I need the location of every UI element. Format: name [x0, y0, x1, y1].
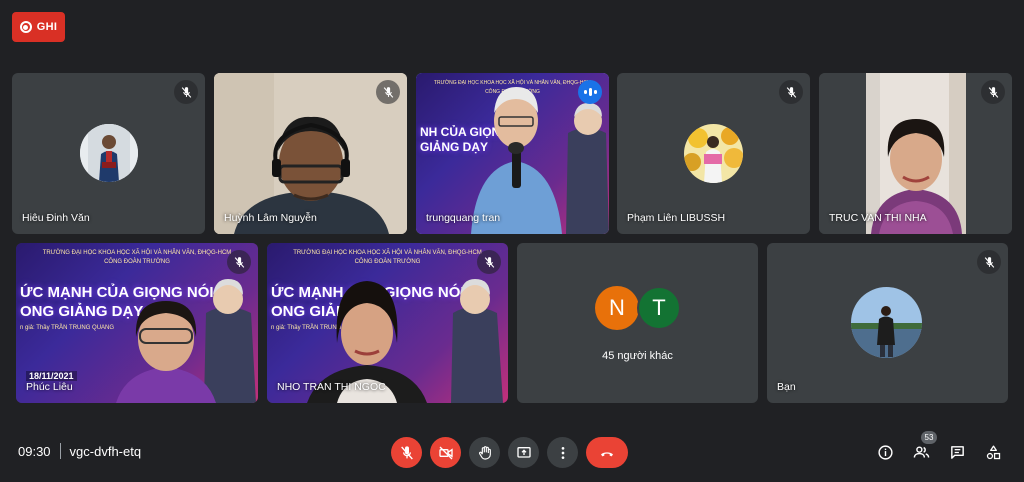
- participant-name: Phạm Liên LIBUSSH: [627, 212, 726, 224]
- participant-tile-2[interactable]: Huỳnh Lâm Nguyễn: [214, 73, 407, 234]
- people-button[interactable]: [910, 441, 932, 463]
- mic-off-icon: [779, 80, 803, 104]
- recording-label: GHI: [36, 21, 58, 33]
- participant-avatar: [684, 124, 743, 183]
- meeting-code: vgc-dvfh-etq: [69, 443, 142, 459]
- present-button[interactable]: [508, 437, 539, 468]
- participant-name: Bạn: [777, 381, 796, 393]
- participant-video: [307, 279, 503, 403]
- chat-button[interactable]: [946, 441, 968, 463]
- mic-off-icon: [376, 80, 400, 104]
- participant-tile-3[interactable]: TRƯỜNG ĐẠI HỌC KHOA HỌC XÃ HỘI VÀ NHÂN V…: [416, 73, 609, 234]
- self-avatar: [851, 287, 922, 358]
- record-icon: [19, 21, 32, 33]
- participant-avatar: [80, 124, 138, 182]
- people-icon: [913, 445, 929, 458]
- activities-button[interactable]: [982, 441, 1004, 463]
- participant-name: NHO TRAN THI NGOC: [277, 381, 386, 393]
- others-count-label: 45 người khác: [602, 350, 673, 362]
- participant-tile-7[interactable]: TRƯỜNG ĐẠI HỌC KHOA HỌC XÃ HỘI VÀ NHÂN V…: [267, 243, 508, 403]
- clock-time: 09:30: [18, 443, 51, 459]
- activities-icon: [986, 444, 1000, 459]
- chat-icon: [950, 445, 964, 459]
- others-tile[interactable]: N T 45 người khác: [517, 243, 758, 403]
- call-end-icon: [601, 451, 613, 456]
- mic-off-icon: [981, 80, 1005, 104]
- present-icon: [516, 446, 531, 458]
- speaking-indicator-icon: [578, 80, 602, 104]
- others-avatar-n: N: [595, 286, 639, 330]
- mic-off-icon: [400, 445, 413, 459]
- participant-name: TRUC VAN THI NHA: [829, 212, 927, 224]
- divider: [59, 443, 61, 459]
- participant-tile-6[interactable]: TRƯỜNG ĐẠI HỌC KHOA HỌC XÃ HỘI VÀ NHÂN V…: [16, 243, 258, 403]
- more-vert-icon: [561, 446, 564, 459]
- participant-tile-5[interactable]: TRUC VAN THI NHA: [819, 73, 1012, 234]
- recording-button[interactable]: GHI: [12, 12, 65, 42]
- participant-tile-4[interactable]: Phạm Liên LIBUSSH: [617, 73, 810, 234]
- self-tile[interactable]: Bạn: [767, 243, 1008, 403]
- leave-call-button[interactable]: [586, 437, 628, 468]
- others-avatar-t: T: [637, 286, 681, 330]
- meeting-details-button[interactable]: [874, 441, 896, 463]
- microphone-button[interactable]: [391, 437, 422, 468]
- camera-button[interactable]: [430, 437, 461, 468]
- mic-off-icon: [477, 250, 501, 274]
- participant-name: Hiêu Đinh Văn: [22, 212, 90, 224]
- participant-name: trungquang tran: [426, 212, 501, 224]
- info-icon: [877, 444, 893, 460]
- participant-count-badge: 53: [921, 431, 937, 444]
- participant-name: Huỳnh Lâm Nguyễn: [224, 212, 317, 224]
- participant-video: [116, 279, 256, 403]
- raise-hand-button[interactable]: [469, 437, 500, 468]
- participant-tile-1[interactable]: Hiêu Đinh Văn: [12, 73, 205, 234]
- videocam-off-icon: [438, 446, 453, 459]
- mic-off-icon: [227, 250, 251, 274]
- participant-name: Phúc Liêu: [26, 381, 73, 393]
- meeting-info: 09:30 vgc-dvfh-etq: [18, 443, 141, 459]
- mic-off-icon: [174, 80, 198, 104]
- mic-off-icon: [977, 250, 1001, 274]
- hand-icon: [478, 445, 491, 460]
- more-options-button[interactable]: [547, 437, 578, 468]
